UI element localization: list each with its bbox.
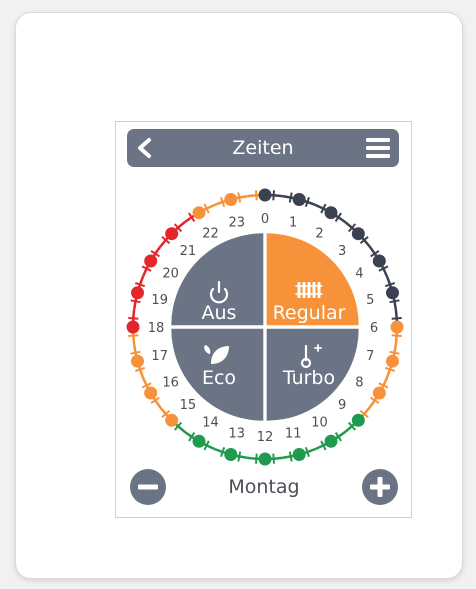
ring-tick bbox=[272, 453, 275, 464]
ring-tick bbox=[391, 317, 402, 320]
next-day-button[interactable] bbox=[361, 468, 399, 506]
mode-aus-label: Aus bbox=[202, 302, 237, 324]
mode-eco-label: Eco bbox=[202, 367, 236, 389]
hour-handle[interactable] bbox=[165, 227, 179, 241]
plus-icon bbox=[362, 469, 398, 505]
hour-handle[interactable] bbox=[126, 320, 140, 334]
ring-tick bbox=[130, 299, 141, 304]
hour-handle[interactable] bbox=[390, 320, 404, 334]
hour-label: 23 bbox=[229, 216, 246, 231]
hour-label: 20 bbox=[162, 267, 179, 282]
hour-handle[interactable] bbox=[292, 193, 306, 206]
hour-label: 3 bbox=[338, 244, 346, 259]
hour-handle[interactable] bbox=[258, 188, 272, 202]
hour-label: 11 bbox=[285, 426, 302, 441]
schedule-dial: 0 1234567891011121314151617181920212223 A… bbox=[126, 188, 404, 466]
hour-label: 16 bbox=[162, 376, 179, 391]
ring-tick bbox=[255, 190, 258, 201]
hour-label: 0 bbox=[261, 212, 269, 227]
hour-handle[interactable] bbox=[386, 354, 399, 368]
day-label: Montag bbox=[228, 476, 300, 498]
hour-label: 9 bbox=[338, 398, 346, 413]
minus-icon bbox=[130, 469, 166, 505]
hour-label: 6 bbox=[370, 321, 378, 336]
hour-handle[interactable] bbox=[372, 254, 386, 268]
ring-tick bbox=[237, 451, 242, 462]
hour-label: 13 bbox=[229, 426, 246, 441]
previous-day-button[interactable] bbox=[129, 468, 167, 506]
hour-label: 4 bbox=[355, 267, 363, 282]
ring-tick bbox=[237, 192, 242, 203]
hour-label: 1 bbox=[289, 216, 297, 231]
ring-tick bbox=[272, 190, 275, 201]
hour-handle[interactable] bbox=[144, 254, 158, 268]
hour-handle[interactable] bbox=[324, 434, 338, 448]
mode-quadrants: Aus Regular Eco Turbo bbox=[171, 233, 359, 421]
mode-turbo-label: Turbo bbox=[282, 367, 335, 389]
ring-tick bbox=[391, 334, 402, 337]
hour-label: 15 bbox=[180, 398, 197, 413]
hour-label: 19 bbox=[151, 293, 168, 308]
ring-tick bbox=[128, 334, 139, 337]
mode-regular-label: Regular bbox=[273, 302, 346, 324]
thermostat-screen: Zeiten 0 1 2 3 4 5 6 7 8 9 10 11 12 13 14 15 16 17 18 19 20 2… bbox=[115, 121, 412, 518]
hour-handle[interactable] bbox=[324, 206, 338, 220]
hour-label: 22 bbox=[202, 227, 219, 242]
ring-tick bbox=[288, 451, 293, 462]
hour-label: 17 bbox=[151, 349, 168, 364]
hour-handle[interactable] bbox=[144, 386, 158, 400]
hour-label: 21 bbox=[180, 244, 197, 259]
hour-label: 8 bbox=[355, 376, 363, 391]
hour-label: 18 bbox=[148, 321, 165, 336]
hour-label: 2 bbox=[315, 227, 323, 242]
hour-handle[interactable] bbox=[351, 227, 365, 241]
ring-tick bbox=[128, 317, 139, 320]
hour-label: 14 bbox=[202, 415, 219, 430]
hour-handle[interactable] bbox=[386, 286, 399, 300]
hour-handle[interactable] bbox=[351, 413, 365, 427]
hour-handle[interactable] bbox=[224, 193, 238, 206]
ring-tick bbox=[130, 350, 141, 355]
ring-tick bbox=[389, 350, 400, 355]
radiator-icon bbox=[295, 282, 323, 298]
thermostat-device: Zeiten 0 1 2 3 4 5 6 7 8 9 10 11 12 13 14 15 16 17 18 19 20 2… bbox=[15, 12, 463, 579]
schedule-ring bbox=[126, 188, 404, 466]
hour-handle[interactable] bbox=[131, 354, 144, 368]
ring-tick bbox=[288, 192, 293, 203]
hour-handle[interactable] bbox=[224, 448, 238, 461]
ring-tick bbox=[255, 453, 258, 464]
hour-label: 5 bbox=[366, 293, 374, 308]
hour-handle[interactable] bbox=[131, 286, 144, 300]
hour-handle[interactable] bbox=[292, 448, 306, 461]
hour-label: 12 bbox=[257, 430, 274, 445]
hour-label: 7 bbox=[366, 349, 374, 364]
ring-tick bbox=[389, 299, 400, 304]
hour-handle[interactable] bbox=[192, 206, 206, 220]
hour-label: 10 bbox=[311, 415, 328, 430]
hour-handle[interactable] bbox=[165, 413, 179, 427]
hour-handle[interactable] bbox=[372, 386, 386, 400]
hour-handle[interactable] bbox=[192, 434, 206, 448]
hour-handle[interactable] bbox=[258, 452, 272, 466]
